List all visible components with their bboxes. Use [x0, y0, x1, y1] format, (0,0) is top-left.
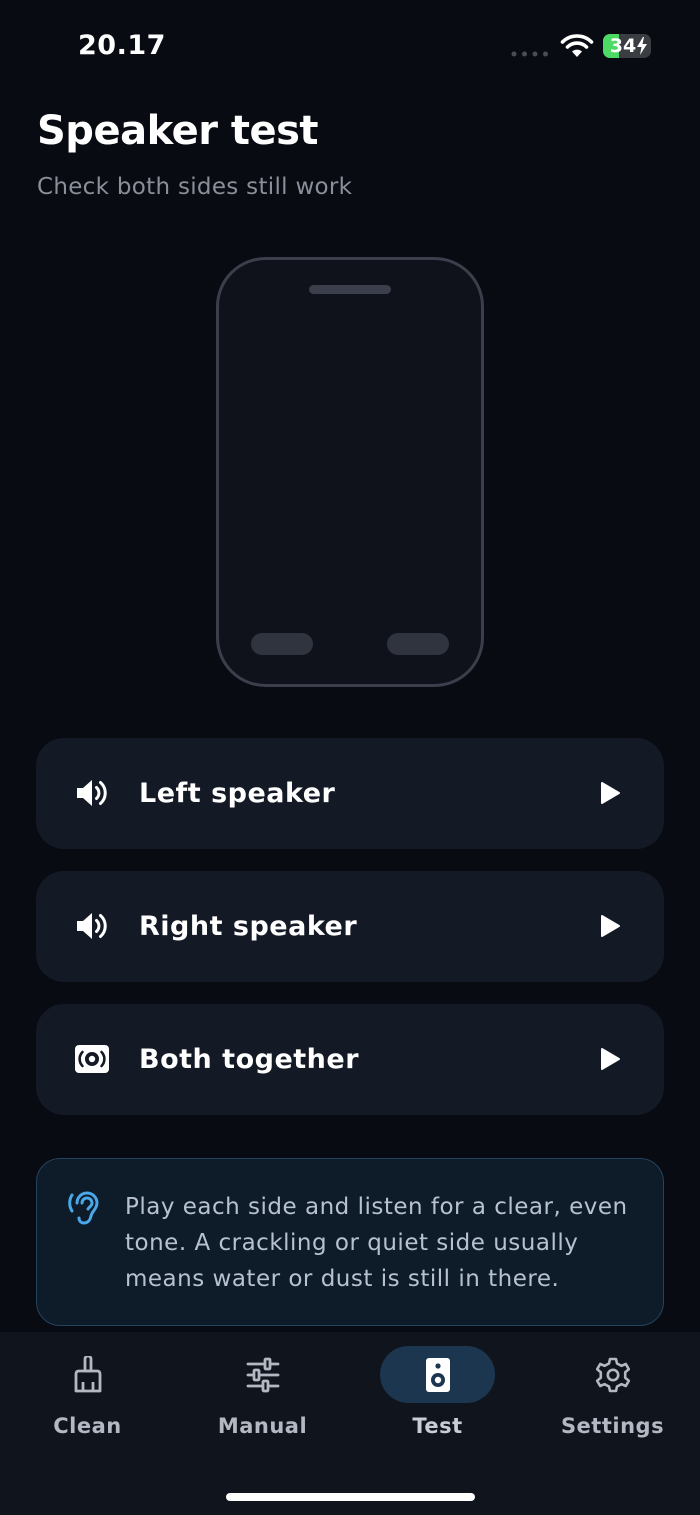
both-together-label: Both together	[139, 1044, 360, 1075]
status-bar: 20.17 34	[0, 0, 700, 92]
info-text: Play each side and listen for a clear, e…	[125, 1194, 628, 1292]
tab-settings-label: Settings	[560, 1414, 665, 1438]
speaker-volume-icon	[77, 913, 107, 939]
broom-icon	[74, 1356, 102, 1393]
page-subtitle: Check both sides still work	[37, 174, 353, 200]
play-icon[interactable]	[599, 1047, 621, 1071]
wifi-icon	[560, 34, 594, 57]
speaker-icon	[426, 1358, 450, 1392]
phone-illustration	[216, 257, 484, 687]
tab-manual-label: Manual	[217, 1414, 308, 1438]
speaker-volume-icon	[77, 780, 107, 806]
battery-indicator: 34	[603, 34, 651, 58]
tab-manual[interactable]: Manual	[175, 1332, 350, 1462]
tab-clean-label: Clean	[53, 1414, 122, 1438]
phone-left-speaker-grille	[251, 633, 313, 655]
both-speakers-button[interactable]: Both together	[36, 1004, 664, 1115]
cellular-signal-icon	[511, 51, 548, 57]
tab-bar: Clean Manual Test Settings	[0, 1332, 700, 1515]
info-card: Play each side and listen for a clear, e…	[36, 1158, 664, 1326]
surround-speaker-icon	[75, 1045, 109, 1073]
phone-body	[216, 257, 484, 687]
phone-earpiece	[309, 285, 391, 294]
right-speaker-button[interactable]: Right speaker	[36, 871, 664, 982]
tab-settings[interactable]: Settings	[525, 1332, 700, 1462]
tab-clean[interactable]: Clean	[0, 1332, 175, 1462]
gear-icon	[595, 1357, 631, 1393]
tab-test[interactable]: Test	[350, 1332, 525, 1462]
status-time: 20.17	[78, 30, 166, 61]
play-icon[interactable]	[599, 781, 621, 805]
home-indicator	[226, 1493, 475, 1501]
left-speaker-label: Left speaker	[139, 778, 336, 809]
sliders-icon	[246, 1357, 280, 1393]
page-title: Speaker test	[37, 108, 319, 154]
right-speaker-label: Right speaker	[139, 911, 358, 942]
charging-bolt-icon	[637, 37, 647, 55]
ear-icon	[68, 1191, 99, 1225]
play-icon[interactable]	[599, 914, 621, 938]
left-speaker-button[interactable]: Left speaker	[36, 738, 664, 849]
tab-test-label: Test	[412, 1414, 463, 1438]
phone-right-speaker-grille	[387, 633, 449, 655]
